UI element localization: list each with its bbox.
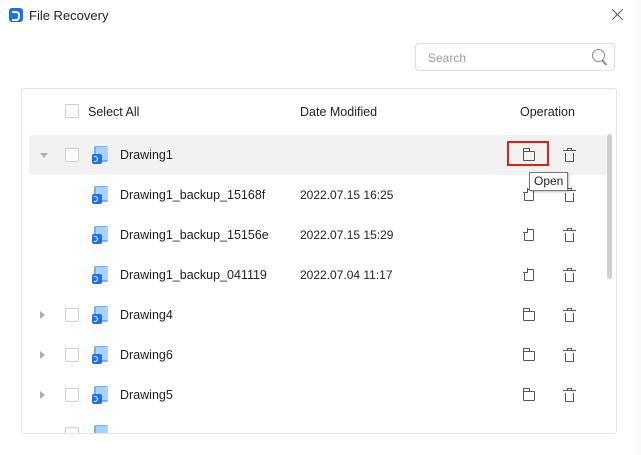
row-checkbox[interactable] (65, 388, 79, 402)
window-title: File Recovery (29, 8, 109, 23)
app-logo-icon (9, 8, 23, 22)
table-row[interactable]: Drawing1_backup_15156e 2022.07.15 15:29 (22, 215, 606, 255)
drawing-file-icon (92, 226, 108, 244)
restore-icon[interactable] (523, 228, 534, 241)
search-box[interactable] (415, 43, 615, 71)
drawing-file-icon (92, 386, 108, 404)
expand-arrow-icon[interactable] (40, 153, 48, 158)
table-row[interactable]: Drawing5 (22, 375, 606, 415)
table-row[interactable]: Drawing4 (22, 295, 606, 335)
restore-icon[interactable] (523, 268, 534, 281)
table-row[interactable]: Drawing1_backup_15168f 2022.07.15 16:25 (22, 175, 606, 215)
search-input[interactable] (426, 48, 590, 68)
drawing-file-icon (92, 346, 108, 364)
open-folder-icon[interactable] (523, 388, 535, 401)
expand-arrow-icon[interactable] (40, 351, 45, 359)
drawing-file-icon (92, 186, 108, 204)
search-icon[interactable] (592, 49, 605, 62)
drawing-file-icon (92, 425, 108, 433)
trash-icon[interactable] (563, 308, 576, 322)
file-name: Drawing1_backup_15156e (120, 228, 269, 242)
column-select-all: Select All (88, 105, 140, 119)
file-name: Drawing4 (120, 308, 173, 322)
table-row[interactable] (22, 415, 606, 433)
expand-arrow-icon[interactable] (40, 391, 45, 399)
select-all-checkbox[interactable] (65, 104, 79, 118)
trash-icon[interactable] (563, 188, 576, 202)
file-table: Select All Date Modified Operation Drawi… (21, 88, 617, 434)
open-button-highlight (507, 141, 549, 166)
trash-icon[interactable] (563, 348, 576, 362)
drawing-file-icon (92, 306, 108, 324)
file-name: Drawing5 (120, 388, 173, 402)
table-header: Select All Date Modified Operation (22, 89, 616, 135)
trash-icon[interactable] (563, 268, 576, 282)
file-name: Drawing1_backup_041119 (120, 268, 267, 282)
open-folder-icon[interactable] (523, 348, 535, 361)
column-operation: Operation (520, 105, 575, 119)
row-checkbox[interactable] (65, 427, 79, 433)
file-date: 2022.07.15 16:25 (300, 188, 394, 202)
row-checkbox[interactable] (65, 348, 79, 362)
row-checkbox[interactable] (65, 308, 79, 322)
trash-icon[interactable] (563, 228, 576, 242)
file-date: 2022.07.04 11:17 (300, 268, 393, 282)
drawing-file-icon (92, 146, 108, 164)
drawing-file-icon (92, 266, 108, 284)
open-tooltip: Open (529, 172, 569, 191)
close-icon[interactable] (609, 6, 627, 24)
table-row[interactable]: Drawing6 (22, 335, 606, 375)
trash-icon[interactable] (563, 148, 576, 162)
open-folder-icon[interactable] (523, 308, 535, 321)
file-name: Drawing1_backup_15168f (120, 188, 266, 202)
file-date: 2022.07.15 15:29 (300, 228, 394, 242)
window-edge (636, 0, 641, 455)
trash-icon[interactable] (563, 388, 576, 402)
expand-arrow-icon[interactable] (40, 311, 45, 319)
file-name: Drawing1 (120, 148, 173, 162)
row-checkbox[interactable] (65, 148, 79, 162)
vertical-scrollbar[interactable] (607, 134, 612, 279)
column-date-modified: Date Modified (300, 105, 378, 119)
file-name: Drawing6 (120, 348, 173, 362)
title-bar: File Recovery (0, 0, 641, 32)
table-row[interactable]: Drawing1_backup_041119 2022.07.04 11:17 (22, 255, 606, 295)
